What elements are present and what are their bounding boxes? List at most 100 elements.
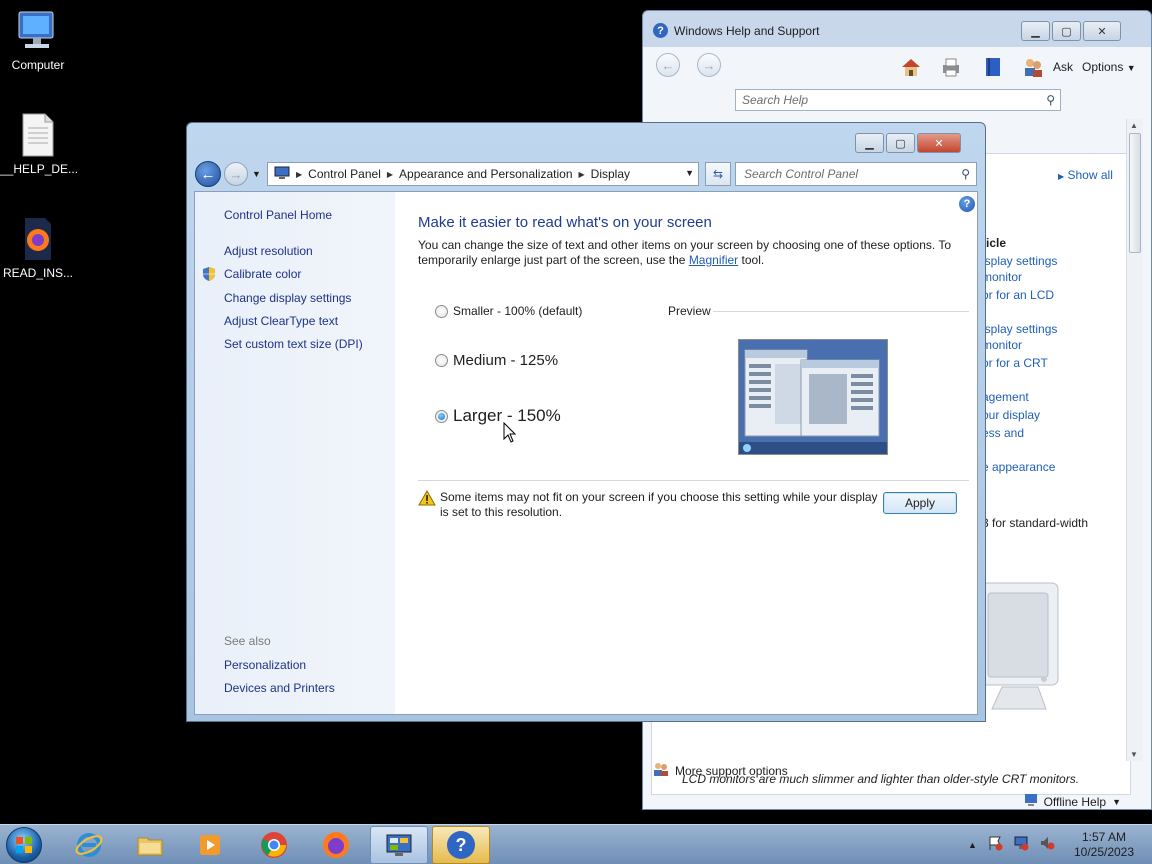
devices-and-printers-link[interactable]: Devices and Printers bbox=[224, 681, 335, 695]
desktop-icon-label: Computer bbox=[11, 58, 65, 72]
scroll-up-icon[interactable]: ▲ bbox=[1130, 121, 1138, 130]
breadcrumb-display[interactable]: Display bbox=[591, 167, 630, 181]
help-link[interactable]: isplay settings bbox=[982, 254, 1057, 268]
back-button[interactable]: ← bbox=[656, 53, 680, 77]
address-bar[interactable]: ▶ Control Panel ▶ Appearance and Persona… bbox=[267, 162, 699, 186]
text-file-icon bbox=[15, 112, 61, 158]
maximize-button[interactable]: ▢ bbox=[886, 133, 915, 153]
breadcrumb-appearance[interactable]: Appearance and Personalization bbox=[399, 167, 572, 181]
desktop-icon-label: __HELP_DE... bbox=[0, 162, 79, 176]
calibrate-color-link[interactable]: Calibrate color bbox=[224, 267, 301, 281]
breadcrumb-arrow-icon[interactable]: ▶ bbox=[579, 170, 585, 179]
scroll-down-icon[interactable]: ▼ bbox=[1130, 750, 1138, 759]
help-and-support-taskbar-button[interactable]: ? bbox=[432, 826, 490, 864]
internet-explorer-icon bbox=[75, 833, 103, 857]
adjust-cleartype-link[interactable]: Adjust ClearType text bbox=[224, 314, 338, 328]
description-text-end: tool. bbox=[738, 253, 765, 267]
ask-icon[interactable] bbox=[1021, 55, 1045, 79]
help-link[interactable]: agement bbox=[982, 390, 1029, 404]
help-scrollbar[interactable]: ▲ ▼ bbox=[1126, 119, 1143, 761]
option-larger[interactable]: Larger - 150% bbox=[435, 406, 561, 426]
chevron-right-icon: ▶ bbox=[1058, 172, 1065, 181]
help-link[interactable]: isplay settings bbox=[982, 322, 1057, 336]
help-link[interactable]: our display bbox=[982, 408, 1040, 422]
computer-icon bbox=[15, 8, 61, 54]
option-smaller[interactable]: Smaller - 100% (default) bbox=[435, 304, 582, 318]
ask-button[interactable]: Ask bbox=[1053, 60, 1073, 74]
minimize-button[interactable]: ▁ bbox=[855, 133, 884, 153]
refresh-button[interactable]: ⇆ bbox=[705, 162, 731, 186]
volume-muted-icon[interactable] bbox=[1039, 835, 1055, 854]
option-medium[interactable]: Medium - 125% bbox=[435, 352, 558, 369]
help-link[interactable]: ess and bbox=[982, 426, 1024, 440]
home-icon[interactable] bbox=[899, 55, 923, 79]
show-hidden-icons-icon[interactable]: ▲ bbox=[968, 840, 977, 850]
help-link[interactable]: or for a CRT bbox=[982, 356, 1048, 370]
article-text: 3 for standard-width bbox=[982, 516, 1089, 530]
change-display-settings-link[interactable]: Change display settings bbox=[224, 291, 351, 305]
see-also-heading: See also bbox=[224, 634, 271, 648]
help-link[interactable]: e appearance bbox=[982, 460, 1055, 474]
search-icon[interactable]: ⚲ bbox=[1046, 93, 1055, 107]
warning-message: Some items may not fit on your screen if… bbox=[440, 490, 878, 519]
help-link[interactable]: monitor bbox=[982, 270, 1022, 284]
forward-button[interactable]: → bbox=[224, 162, 248, 186]
help-search-input[interactable]: Search Help ⚲ bbox=[735, 89, 1061, 111]
help-link[interactable]: or for an LCD bbox=[982, 288, 1054, 302]
forward-button[interactable]: → bbox=[697, 53, 721, 77]
more-support-options[interactable]: More support options bbox=[653, 761, 788, 780]
maximize-button[interactable]: ▢ bbox=[1052, 21, 1081, 41]
file-explorer-button[interactable] bbox=[121, 826, 179, 864]
chevron-down-icon: ▼ bbox=[1112, 796, 1121, 807]
control-panel-icon bbox=[386, 834, 412, 856]
back-button[interactable]: ← bbox=[195, 161, 221, 187]
internet-explorer-button[interactable] bbox=[60, 826, 118, 864]
help-link[interactable]: monitor bbox=[982, 338, 1022, 352]
adjust-resolution-link[interactable]: Adjust resolution bbox=[224, 244, 313, 258]
chrome-button[interactable] bbox=[245, 826, 303, 864]
support-people-icon bbox=[653, 761, 669, 780]
page-description: You can change the size of text and othe… bbox=[418, 238, 958, 268]
show-all-link[interactable]: ▶ Show all bbox=[1058, 168, 1113, 182]
help-icon[interactable]: ? bbox=[959, 196, 975, 212]
options-button[interactable]: Options ▼ bbox=[1082, 60, 1136, 74]
scrollbar-thumb[interactable] bbox=[1129, 133, 1141, 253]
radio-button-selected[interactable] bbox=[435, 409, 448, 423]
close-button[interactable]: ✕ bbox=[1083, 21, 1121, 41]
search-control-panel-input[interactable]: Search Control Panel ⚲ bbox=[735, 162, 977, 186]
recent-pages-dropdown[interactable]: ▼ bbox=[252, 169, 261, 179]
magnifier-link[interactable]: Magnifier bbox=[689, 253, 738, 267]
warning-icon bbox=[418, 490, 436, 506]
search-icon[interactable]: ⚲ bbox=[961, 167, 970, 181]
offline-help-button[interactable]: Offline Help ▼ bbox=[1024, 793, 1121, 810]
media-player-button[interactable] bbox=[181, 826, 239, 864]
clock[interactable]: 1:57 AM 10/25/2023 bbox=[1064, 830, 1144, 860]
control-panel-taskbar-button[interactable] bbox=[370, 826, 428, 864]
radio-button[interactable] bbox=[435, 304, 448, 318]
breadcrumb-arrow-icon[interactable]: ▶ bbox=[296, 170, 302, 179]
start-button[interactable] bbox=[6, 827, 42, 863]
browse-help-icon[interactable] bbox=[981, 55, 1005, 79]
desktop-icon-readme[interactable]: READ_INS... bbox=[0, 216, 76, 280]
taskbar: ? ▲ 1:57 AM 10/25/2023 bbox=[0, 824, 1152, 864]
network-icon[interactable] bbox=[1013, 835, 1029, 854]
breadcrumb-arrow-icon[interactable]: ▶ bbox=[387, 170, 393, 179]
chevron-down-icon: ▼ bbox=[1126, 63, 1136, 73]
apply-button[interactable]: Apply bbox=[883, 492, 957, 514]
help-icon: ? bbox=[447, 831, 475, 859]
firefox-button[interactable] bbox=[307, 826, 365, 864]
personalization-link[interactable]: Personalization bbox=[224, 658, 306, 672]
address-dropdown-icon[interactable]: ▼ bbox=[685, 168, 694, 178]
control-panel-home-link[interactable]: Control Panel Home bbox=[224, 208, 332, 222]
desktop-icon-computer[interactable]: Computer bbox=[0, 8, 76, 72]
desktop-icon-help-file[interactable]: __HELP_DE... bbox=[0, 112, 79, 176]
close-button[interactable]: ✕ bbox=[917, 133, 961, 153]
custom-text-size-link[interactable]: Set custom text size (DPI) bbox=[224, 337, 363, 351]
print-icon[interactable] bbox=[939, 55, 963, 79]
minimize-button[interactable]: ▁ bbox=[1021, 21, 1050, 41]
computer-icon bbox=[1024, 793, 1038, 810]
page-title: Make it easier to read what's on your sc… bbox=[418, 214, 712, 231]
breadcrumb-control-panel[interactable]: Control Panel bbox=[308, 167, 381, 181]
action-center-flag-icon[interactable] bbox=[987, 835, 1003, 854]
radio-button[interactable] bbox=[435, 354, 448, 367]
